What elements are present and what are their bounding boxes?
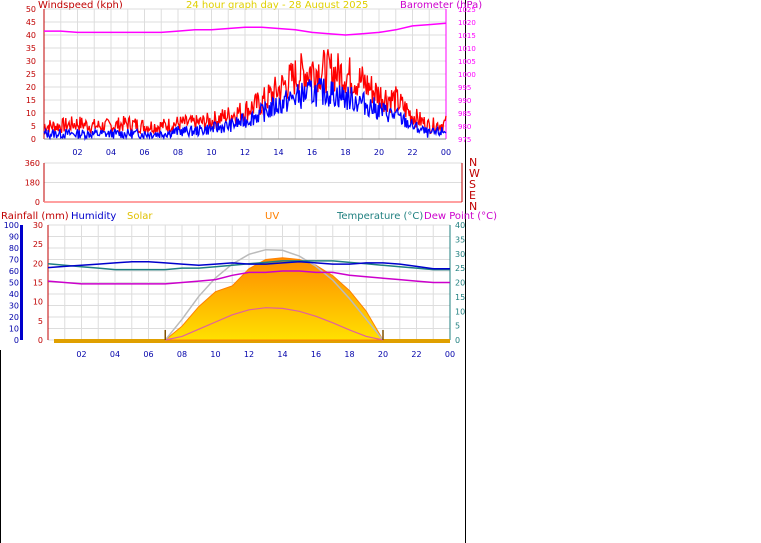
x-tick-label: 14 bbox=[273, 148, 283, 157]
rain-tick-label: 10 bbox=[33, 298, 43, 307]
x-tick-label: 04 bbox=[110, 350, 120, 359]
humidity-tick-label: 0 bbox=[14, 336, 19, 345]
x-tick-label: 08 bbox=[177, 350, 187, 359]
y-tick-label: 360 bbox=[25, 159, 40, 168]
y-tick-label: 35 bbox=[26, 44, 36, 53]
y2-tick-label: 1015 bbox=[458, 32, 476, 40]
temp-tick-label: 5 bbox=[455, 322, 460, 331]
humidity-tick-label: 40 bbox=[9, 290, 19, 299]
x-tick-label: 02 bbox=[72, 148, 82, 157]
rain-tick-label: 5 bbox=[38, 317, 43, 326]
legend-dewpoint: Dew Point (°C) bbox=[424, 211, 497, 222]
x-tick-label: 18 bbox=[344, 350, 354, 359]
y-tick-label: 40 bbox=[26, 31, 36, 40]
temp-tick-label: 30 bbox=[455, 250, 465, 259]
humidity-tick-label: 80 bbox=[9, 244, 19, 253]
x-tick-label: 16 bbox=[311, 350, 321, 359]
y2-tick-label: 975 bbox=[458, 136, 471, 144]
x-tick-label: 18 bbox=[340, 148, 350, 157]
legend-temperature: Temperature (°C) bbox=[336, 211, 423, 222]
humidity-tick-label: 100 bbox=[4, 221, 19, 230]
legend-solar: Solar bbox=[127, 211, 153, 222]
y-tick-label: 15 bbox=[26, 96, 36, 105]
x-tick-label: 10 bbox=[210, 350, 220, 359]
x-tick-label: 12 bbox=[240, 148, 250, 157]
y-tick-label: 0 bbox=[31, 135, 36, 144]
x-tick-label: 08 bbox=[173, 148, 183, 157]
y2-tick-label: 995 bbox=[458, 84, 471, 92]
x-tick-label: 00 bbox=[441, 148, 451, 157]
y2-tick-label: 1025 bbox=[458, 6, 476, 14]
x-tick-label: 10 bbox=[206, 148, 216, 157]
x-tick-label: 16 bbox=[307, 148, 317, 157]
y-tick-label: 0 bbox=[35, 198, 40, 207]
y2-tick-label: 1020 bbox=[458, 19, 476, 27]
humidity-tick-label: 30 bbox=[9, 302, 19, 311]
wind-barometer-chart: 0510152025303540455097598098599099510001… bbox=[26, 5, 476, 157]
y-tick-label: 180 bbox=[25, 179, 40, 188]
legend-rainfall: Rainfall (mm) bbox=[1, 211, 69, 222]
rain-tick-label: 25 bbox=[33, 240, 43, 249]
y-tick-label: 45 bbox=[26, 18, 36, 27]
y2-tick-label: 985 bbox=[458, 110, 471, 118]
humidity-tick-label: 10 bbox=[9, 325, 19, 334]
x-tick-label: 04 bbox=[106, 148, 116, 157]
temp-tick-label: 15 bbox=[455, 293, 465, 302]
temp-tick-label: 25 bbox=[455, 264, 465, 273]
humidity-tick-label: 70 bbox=[9, 256, 19, 265]
x-tick-label: 02 bbox=[76, 350, 86, 359]
rain-tick-label: 0 bbox=[38, 336, 43, 345]
humidity-tick-label: 90 bbox=[9, 233, 19, 242]
rain-tick-label: 30 bbox=[33, 221, 43, 230]
humidity-tick-label: 50 bbox=[9, 279, 19, 288]
humidity-axis-bar bbox=[20, 225, 23, 340]
y2-tick-label: 990 bbox=[458, 97, 471, 105]
y-tick-label: 25 bbox=[26, 70, 36, 79]
humidity-tick-label: 20 bbox=[9, 313, 19, 322]
x-tick-label: 22 bbox=[407, 148, 417, 157]
x-tick-label: 00 bbox=[445, 350, 455, 359]
x-tick-label: 22 bbox=[411, 350, 421, 359]
x-tick-label: 20 bbox=[374, 148, 384, 157]
x-tick-label: 06 bbox=[139, 148, 149, 157]
temp-tick-label: 40 bbox=[455, 221, 465, 230]
legend-uv: UV bbox=[265, 211, 279, 222]
x-tick-label: 12 bbox=[244, 350, 254, 359]
y-tick-label: 30 bbox=[26, 57, 36, 66]
temp-tick-label: 20 bbox=[455, 279, 465, 288]
humidity-tick-label: 60 bbox=[9, 267, 19, 276]
y-tick-label: 10 bbox=[26, 109, 36, 118]
wind-direction-chart: 0 180 360 bbox=[25, 159, 463, 207]
temp-tick-label: 10 bbox=[455, 307, 465, 316]
x-tick-label: 06 bbox=[143, 350, 153, 359]
weather-graph-canvas: Windspeed (kph) 24 hour graph day - 28 A… bbox=[0, 0, 497, 543]
x-tick-label: 20 bbox=[378, 350, 388, 359]
temp-tick-label: 0 bbox=[455, 336, 460, 345]
rain-tick-label: 15 bbox=[33, 279, 43, 288]
x-tick-label: 14 bbox=[277, 350, 287, 359]
legend-humidity: Humidity bbox=[71, 211, 116, 222]
y-tick-label: 5 bbox=[31, 122, 36, 131]
y-tick-label: 50 bbox=[26, 5, 36, 14]
rain-tick-label: 20 bbox=[33, 259, 43, 268]
temp-humidity-solar-chart: 0102030405060708090100051015202530051015… bbox=[4, 221, 465, 359]
y-tick-label: 20 bbox=[26, 83, 36, 92]
y2-tick-label: 1005 bbox=[458, 58, 476, 66]
temp-tick-label: 35 bbox=[455, 235, 465, 244]
y2-tick-label: 980 bbox=[458, 123, 471, 131]
y2-tick-label: 1010 bbox=[458, 45, 476, 53]
y2-tick-label: 1000 bbox=[458, 71, 476, 79]
